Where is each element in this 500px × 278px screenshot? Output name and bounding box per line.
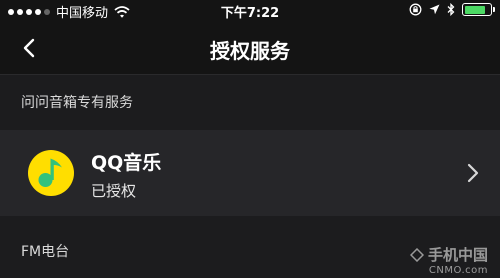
status-right — [409, 3, 495, 16]
orientation-lock-icon — [409, 3, 422, 16]
location-arrow-icon — [429, 4, 440, 15]
section-header-exclusive: 问问音箱专有服务 — [21, 95, 133, 111]
service-status: 已授权 — [91, 182, 137, 200]
watermark-text: 手机中国 — [427, 246, 488, 264]
battery-level — [464, 5, 486, 14]
section-header-fm: FM电台 — [21, 244, 70, 260]
page-title: 授权服务 — [210, 39, 290, 63]
battery-icon — [462, 3, 495, 16]
watermark-brand: 手机中国 — [409, 244, 488, 265]
service-row-qq-music[interactable]: QQ音乐 已授权 — [0, 130, 500, 216]
chevron-right-icon — [467, 163, 479, 183]
qq-music-logo-icon — [28, 150, 74, 196]
navigation-bar: 授权服务 — [0, 22, 500, 75]
watermark: 手机中国 CNMO.com — [409, 244, 488, 276]
bluetooth-icon — [447, 3, 455, 16]
service-name: QQ音乐 — [91, 152, 162, 174]
status-bar: 中国移动 下午7:22 — [0, 0, 500, 22]
watermark-domain: CNMO.com — [428, 265, 488, 276]
watermark-logo-icon — [409, 247, 424, 262]
